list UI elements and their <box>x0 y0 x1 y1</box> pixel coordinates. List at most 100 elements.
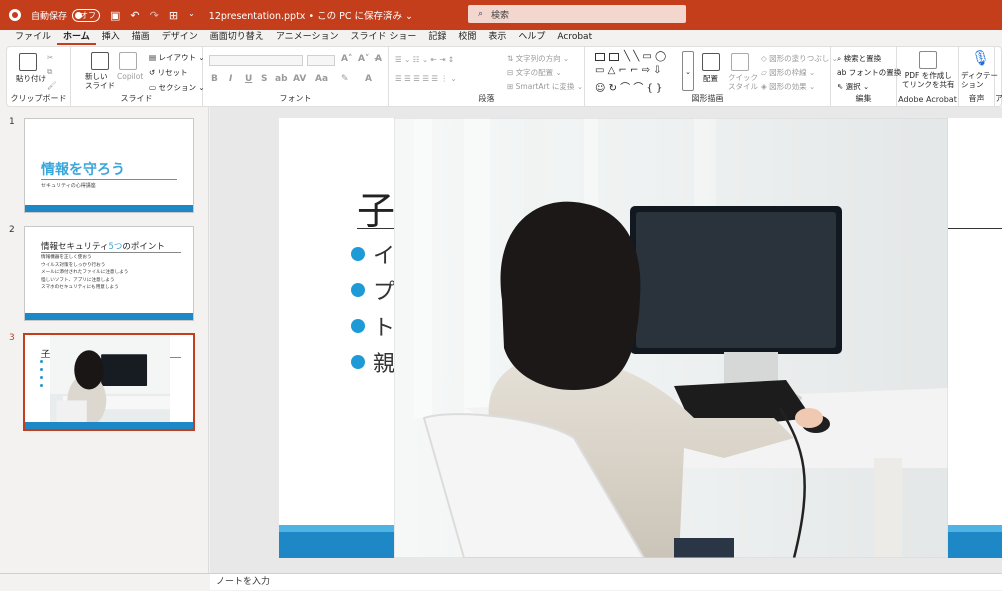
tab-design[interactable]: デザイン <box>156 30 204 45</box>
voice-group-label: 音声 <box>968 94 985 103</box>
section-button[interactable]: ▭ セクション ⌄ <box>149 82 205 93</box>
arrange-icon[interactable] <box>702 53 720 71</box>
ribbon: 貼り付け ✂ ⧉ 🖌 クリップボード 新しい スライド Copilot ▤ レイ… <box>6 46 1002 107</box>
thumb-bullets <box>40 360 44 387</box>
format-painter-icon[interactable]: 🖌 <box>47 81 57 90</box>
dictate-button[interactable]: ディクテー ション <box>961 71 998 89</box>
tab-home[interactable]: ホーム <box>57 30 96 45</box>
bullet-item[interactable]: イ <box>351 238 395 270</box>
layout-button[interactable]: ▤ レイアウト ⌄ <box>149 52 205 63</box>
tab-animations[interactable]: アニメーション <box>270 30 345 45</box>
vertical-textbox-shape-icon[interactable] <box>609 53 619 61</box>
bold-button[interactable]: B <box>211 74 218 84</box>
file-name[interactable]: 12presentation.pptx • この PC に保存済み ⌄ <box>209 8 413 22</box>
child-at-computer-photo[interactable] <box>394 118 948 558</box>
tab-acrobat[interactable]: Acrobat <box>551 30 598 45</box>
tab-slideshow[interactable]: スライド ショー <box>344 30 422 45</box>
new-slide-button[interactable]: 新しい スライド <box>85 72 115 90</box>
smartart-button[interactable]: ⊞ SmartArt に変換 ⌄ <box>507 81 583 92</box>
tab-file[interactable]: ファイル <box>9 30 57 45</box>
tab-transitions[interactable]: 画面切り替え <box>204 30 270 45</box>
microphone-icon[interactable]: 🎙 <box>971 49 990 67</box>
autosave-toggle[interactable]: オフ <box>72 8 101 22</box>
paste-button[interactable]: 貼り付け <box>16 73 46 84</box>
notes-pane[interactable]: ノートを入力 <box>210 573 1002 590</box>
search-placeholder: 検索 <box>491 10 510 21</box>
tab-draw[interactable]: 描画 <box>126 30 156 45</box>
cut-icon[interactable]: ✂ <box>47 53 53 62</box>
slide-thumbnail-1[interactable]: 情報を守ろう セキュリティの心得講座 <box>24 118 194 213</box>
tab-help[interactable]: ヘルプ <box>512 30 551 45</box>
thumb-photo <box>50 335 170 429</box>
align-icons[interactable]: ☰ ☰ ☰ ☰ ☰ ⋮ ⌄ <box>395 74 457 83</box>
slide-number: 2 <box>9 225 15 235</box>
present-icon[interactable]: ⊞ <box>169 9 178 22</box>
shape-outline-button[interactable]: ▱ 図形の枠線 ⌄ <box>761 67 815 78</box>
search-box[interactable]: ⌕ 検索 <box>468 5 686 23</box>
slide-title[interactable]: 子 <box>357 180 395 235</box>
save-icon[interactable]: ▣ <box>110 9 120 22</box>
text-direction-button[interactable]: ⇅ 文字列の方向 ⌄ <box>507 53 569 64</box>
replace-font-button[interactable]: ab フォントの置換 <box>837 67 901 78</box>
shapes-gallery[interactable]: ╲ ╲ ▭ ◯ ▭ △ ⌐ ⌐ ⇨ ⇩ ☺ ↻ ⌒ ⌒ { } <box>593 51 689 94</box>
strikethrough-button[interactable]: S <box>261 74 267 84</box>
redo-icon[interactable]: ↷ <box>150 9 159 22</box>
shrink-font-icon[interactable]: A˅ <box>358 54 369 64</box>
change-case-button[interactable]: Aa <box>315 74 328 84</box>
paste-icon[interactable] <box>19 53 37 71</box>
slide-thumbnail-2[interactable]: 情報セキュリティ5つのポイント 情報機器を正しく使おう ウイルス対策をしっかり行… <box>24 226 194 321</box>
quick-access-toolbar: ▣ ↶ ↷ ⊞ ⌄ <box>110 9 195 22</box>
char-spacing-button[interactable]: AV <box>293 74 306 84</box>
thumb-bar <box>25 205 193 212</box>
clipboard-group: 貼り付け ✂ ⧉ 🖌 クリップボード <box>7 47 71 106</box>
create-pdf-button[interactable]: PDF を作成し てリンクを共有 <box>902 71 955 89</box>
shape-effects-button[interactable]: ◈ 図形の効果 ⌄ <box>761 81 815 92</box>
tab-record[interactable]: 記録 <box>422 30 452 45</box>
font-color-icon[interactable]: A <box>365 74 372 84</box>
copilot-button[interactable]: Copilot <box>117 72 143 81</box>
copilot-icon[interactable] <box>119 52 137 70</box>
shadow-button[interactable]: ab <box>275 74 288 84</box>
grow-font-icon[interactable]: A˄ <box>341 54 352 64</box>
extra-group-label: ア <box>995 94 1002 103</box>
align-text-button[interactable]: ⊟ 文字の配置 ⌄ <box>507 67 562 78</box>
copy-icon[interactable]: ⧉ <box>47 67 52 77</box>
editing-group-label: 編集 <box>855 94 872 103</box>
bullets-icon[interactable]: ☰ ⌄ ☷ ⌄ ⇤ ⇥ ↕ <box>395 55 454 64</box>
find-replace-button[interactable]: ⌕ 検索と置換 <box>837 53 881 64</box>
shapes-row2-icon[interactable]: ▭ △ ⌐ ⌐ ⇨ ⇩ <box>595 65 662 76</box>
arrange-button[interactable]: 配置 <box>703 73 718 84</box>
line-shapes-icon[interactable]: ╲ ╲ ▭ ◯ <box>624 51 666 62</box>
bullet-item[interactable]: 親 <box>351 346 395 378</box>
shape-fill-button[interactable]: ◇ 図形の塗りつぶし ⌄ <box>761 53 838 64</box>
highlight-icon[interactable]: ✎ <box>341 74 349 84</box>
tab-insert[interactable]: 挿入 <box>96 30 126 45</box>
shapes-row3-icon[interactable]: ☺ ↻ ⌒ ⌒ { } <box>595 79 662 94</box>
notes-placeholder: ノートを入力 <box>216 577 271 587</box>
font-size-dropdown[interactable] <box>307 55 335 66</box>
quick-styles-button[interactable]: クイック スタイル <box>728 73 758 91</box>
font-name-dropdown[interactable] <box>209 55 303 66</box>
bullet-item[interactable]: ト <box>351 310 395 342</box>
thumb-title-line <box>41 252 181 253</box>
underline-button[interactable]: U <box>245 74 252 84</box>
undo-icon[interactable]: ↶ <box>130 9 139 22</box>
slide-thumbnail-3[interactable]: 子 <box>23 333 195 431</box>
tab-view[interactable]: 表示 <box>482 30 512 45</box>
customize-qat-icon[interactable]: ⌄ <box>188 9 195 22</box>
paragraph-group: ☰ ⌄ ☷ ⌄ ⇤ ⇥ ↕ ☰ ☰ ☰ ☰ ☰ ⋮ ⌄ ⇅ 文字列の方向 ⌄ ⊟… <box>389 47 585 106</box>
new-slide-icon[interactable] <box>91 52 109 70</box>
reset-button[interactable]: ↺ リセット <box>149 67 188 78</box>
bullet-item[interactable]: プ <box>351 274 395 306</box>
select-button[interactable]: ⇖ 選択 ⌄ <box>837 81 869 92</box>
font-group-label: フォント <box>279 94 312 103</box>
drawing-group: ╲ ╲ ▭ ◯ ▭ △ ⌐ ⌐ ⇨ ⇩ ☺ ↻ ⌒ ⌒ { } ⌄ 配置 クイッ… <box>585 47 838 106</box>
shapes-more-button[interactable]: ⌄ <box>682 51 694 91</box>
tab-review[interactable]: 校閲 <box>452 30 482 45</box>
italic-button[interactable]: I <box>229 74 232 84</box>
textbox-shape-icon[interactable] <box>595 53 605 61</box>
clear-format-icon[interactable]: A̶ <box>375 54 382 64</box>
pdf-icon[interactable] <box>919 51 937 69</box>
quick-styles-icon[interactable] <box>731 53 749 71</box>
current-slide[interactable]: 子 イ プ ト 親 <box>279 118 1002 558</box>
